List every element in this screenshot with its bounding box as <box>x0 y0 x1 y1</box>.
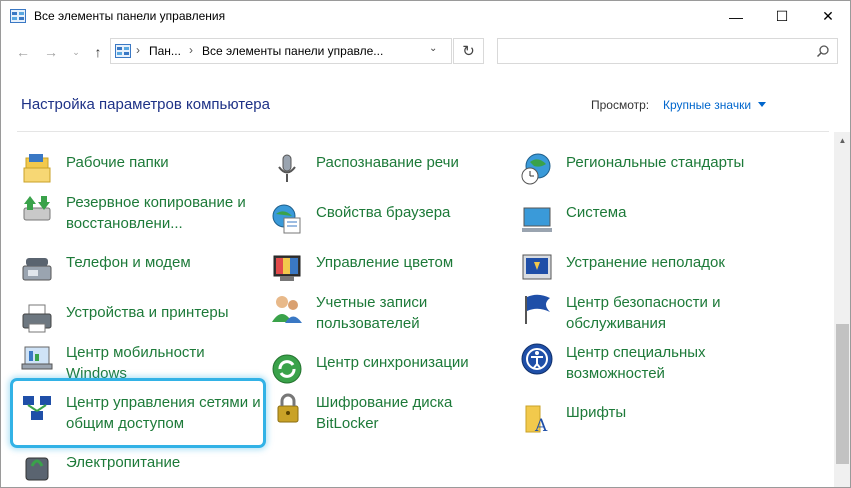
highlight-annotation <box>10 378 266 448</box>
breadcrumb-all-items[interactable]: Все элементы панели управле... <box>202 44 383 58</box>
scrollbar-thumb[interactable] <box>836 324 849 464</box>
item-backup-restore[interactable]: Резервное копирование и восстановлени... <box>20 192 260 238</box>
item-label: Распознавание речи <box>316 154 459 171</box>
item-fonts[interactable]: A Шрифты <box>520 402 760 448</box>
breadcrumb-separator[interactable]: › <box>136 43 140 57</box>
forward-button[interactable]: → <box>40 40 62 64</box>
printer-icon <box>22 304 52 333</box>
item-label: Центр специальных возможностей <box>566 344 706 382</box>
search-icon[interactable] <box>816 44 830 58</box>
computer-icon <box>522 207 552 232</box>
item-user-accounts[interactable]: Учетные записи пользователей <box>270 292 510 338</box>
navigation-bar: ← → ⌄ ↑ › Пан... › Все элементы панели у… <box>1 32 850 72</box>
accessibility-icon <box>521 343 553 375</box>
back-button[interactable]: ← <box>12 40 34 64</box>
item-label: Шифрование диска BitLocker <box>316 394 453 432</box>
refresh-button[interactable]: ↻ <box>453 38 484 64</box>
item-label: Устройства и принтеры <box>66 304 229 321</box>
item-label: Шрифты <box>566 404 627 421</box>
page-title: Настройка параметров компьютера <box>21 96 270 113</box>
title-bar: Все элементы панели управления — ☐ ✕ <box>1 1 850 32</box>
item-bitlocker[interactable]: Шифрование диска BitLocker <box>270 392 510 438</box>
breadcrumb-control-panel[interactable]: Пан... <box>149 44 181 58</box>
item-label: Резервное копирование и восстановлени... <box>66 194 246 232</box>
item-label: Телефон и модем <box>66 254 191 271</box>
search-input[interactable] <box>497 38 838 64</box>
address-dropdown-button[interactable]: ⌄ <box>429 43 437 54</box>
caret-down-icon[interactable] <box>758 102 766 107</box>
item-label: Электропитание <box>66 454 181 471</box>
item-label: Региональные стандарты <box>566 154 745 171</box>
backup-icon <box>23 196 51 221</box>
header-divider <box>17 131 829 132</box>
up-button[interactable]: ↑ <box>87 40 109 64</box>
fonts-icon: A <box>525 405 548 436</box>
control-panel-icon <box>10 9 26 23</box>
item-label: Система <box>566 204 627 221</box>
mobility-icon <box>21 346 53 370</box>
control-panel-icon <box>115 44 131 58</box>
flag-icon <box>525 294 550 324</box>
power-icon <box>25 457 49 481</box>
sync-icon <box>272 354 302 384</box>
item-accessibility-center[interactable]: Центр специальных возможностей <box>520 342 760 388</box>
item-label: Центр безопасности и обслуживания <box>566 294 721 332</box>
item-phone-modem[interactable]: Телефон и модем <box>20 252 260 298</box>
svg-text:A: A <box>534 416 548 436</box>
item-label: Свойства браузера <box>316 204 451 221</box>
item-speech-recognition[interactable]: Распознавание речи <box>270 152 510 198</box>
recent-locations-button[interactable]: ⌄ <box>65 40 87 64</box>
phone-modem-icon <box>22 258 52 281</box>
item-regional-settings[interactable]: Региональные стандарты <box>520 152 760 198</box>
item-label: Устранение неполадок <box>566 254 725 271</box>
item-label: Учетные записи пользователей <box>316 294 428 332</box>
users-icon <box>272 296 302 323</box>
microphone-icon <box>278 154 296 182</box>
globe-clock-icon <box>521 153 551 185</box>
maximize-button[interactable]: ☐ <box>759 1 805 32</box>
minimize-button[interactable]: — <box>713 1 759 32</box>
breadcrumb-separator[interactable]: › <box>189 43 193 57</box>
item-label: Центр синхронизации <box>316 354 469 371</box>
view-mode-dropdown[interactable]: Крупные значки <box>663 98 751 112</box>
window-title: Все элементы панели управления <box>34 9 226 23</box>
item-security-maintenance[interactable]: Центр безопасности и обслуживания <box>520 292 760 338</box>
vertical-scrollbar[interactable]: ▲ <box>834 132 850 487</box>
view-label: Просмотр: <box>591 98 650 112</box>
item-browser-properties[interactable]: Свойства браузера <box>270 202 510 248</box>
control-panel-window: Все элементы панели управления — ☐ ✕ ← →… <box>0 0 851 488</box>
color-management-icon <box>273 255 301 281</box>
item-system[interactable]: Система <box>520 202 760 248</box>
browser-settings-icon <box>272 204 301 234</box>
troubleshooting-icon <box>522 254 552 280</box>
item-label: Управление цветом <box>316 254 454 271</box>
scroll-up-arrow-icon[interactable]: ▲ <box>834 132 850 149</box>
close-button[interactable]: ✕ <box>805 1 850 32</box>
address-bar[interactable]: › Пан... › Все элементы панели управле..… <box>110 38 452 64</box>
item-label: Рабочие папки <box>66 154 169 171</box>
work-folders-icon <box>23 154 51 183</box>
item-power-options[interactable]: Электропитание <box>20 452 260 487</box>
bitlocker-icon <box>277 393 299 423</box>
